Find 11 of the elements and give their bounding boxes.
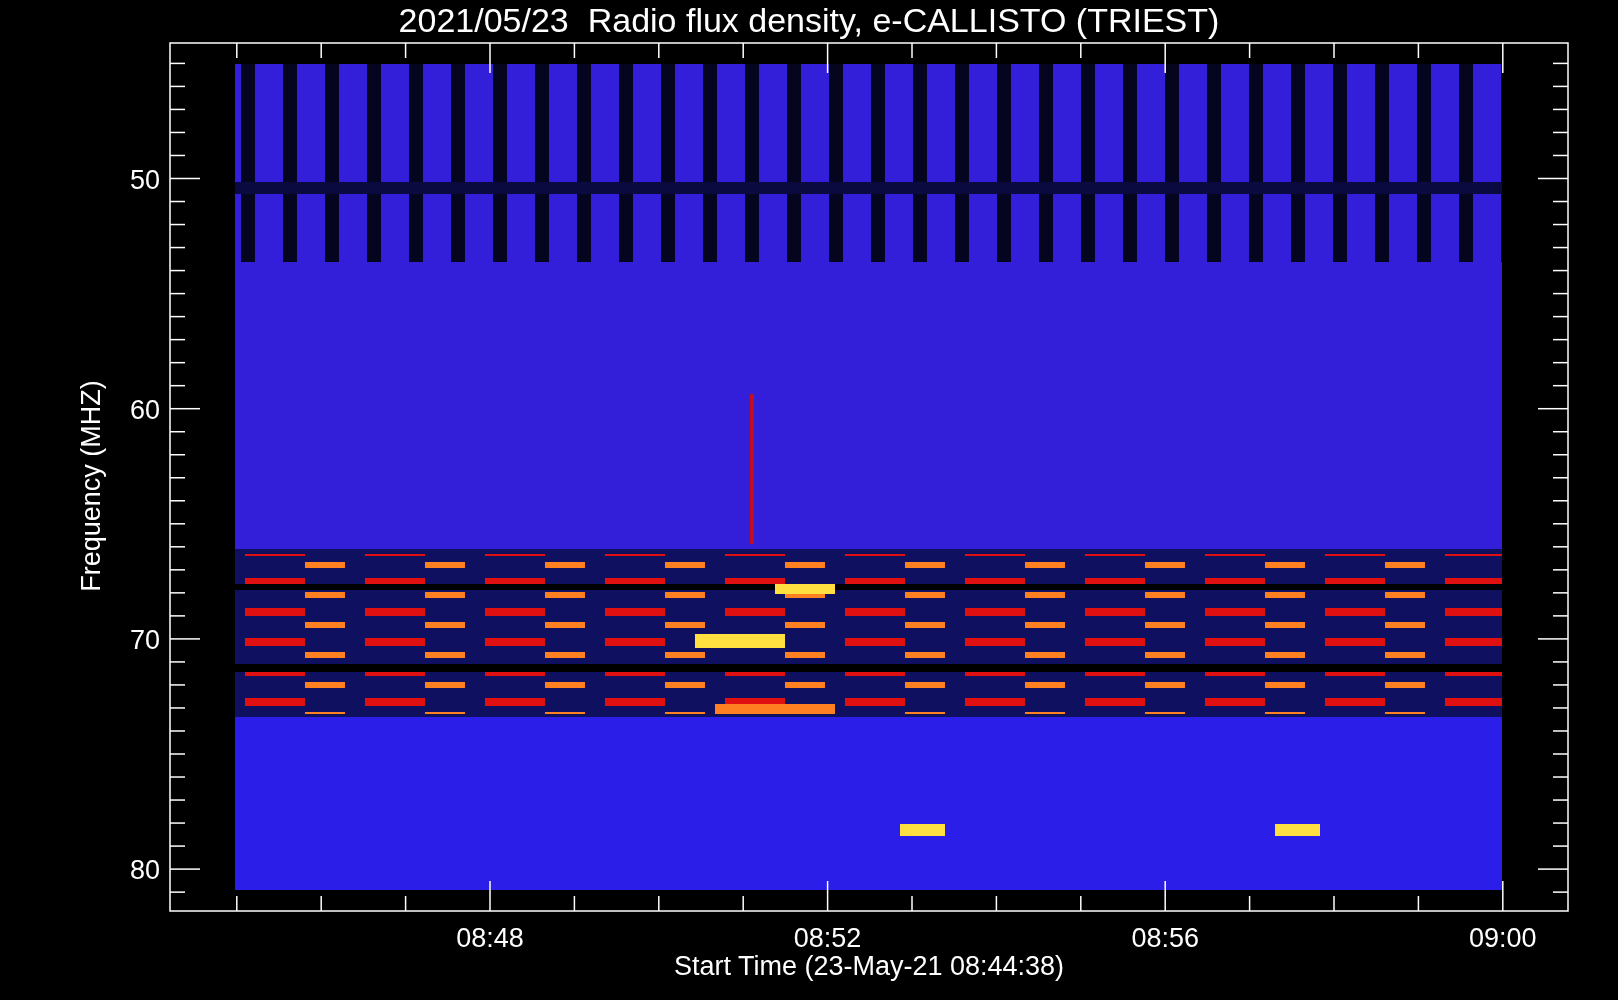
x-axis-label: Start Time (23-May-21 08:44:38) xyxy=(673,951,1065,981)
y-tick-label: 70 xyxy=(129,624,160,655)
y-tick-label: 60 xyxy=(129,394,160,425)
x-tick-label: 08:56 xyxy=(1131,923,1199,953)
x-tick-label: 08:52 xyxy=(793,923,862,953)
chart-title: 2021/05/23 Radio flux density, e-CALLISTO (TRIEST) xyxy=(398,1,1220,39)
x-tick-label: 08:48 xyxy=(456,923,524,953)
y-tick-label: 80 xyxy=(129,855,160,886)
y-tick-label: 50 xyxy=(129,164,160,195)
y-axis-label: Frequency (MHZ) xyxy=(76,380,106,592)
x-tick-label: 09:00 xyxy=(1469,923,1537,953)
